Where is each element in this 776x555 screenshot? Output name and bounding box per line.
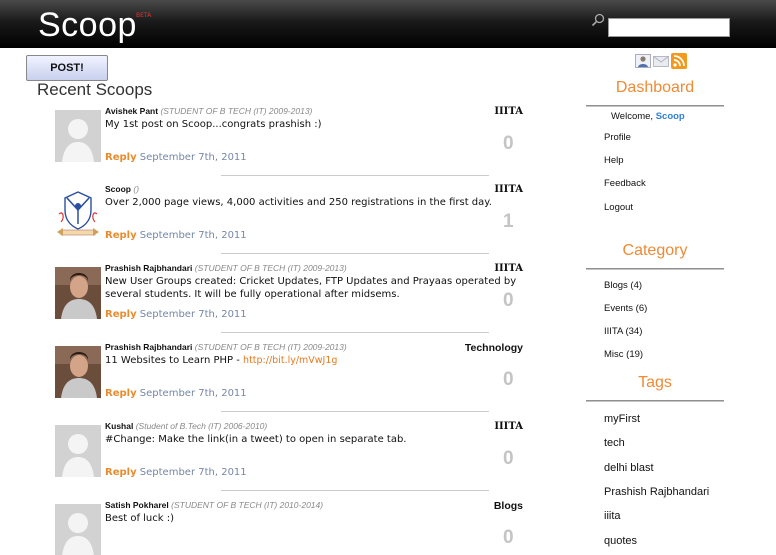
post-date: September 7th, 2011 [139,309,247,320]
user-photo [55,346,101,398]
category-item-misc[interactable]: Misc (19) [604,349,643,360]
post-date: September 7th, 2011 [139,152,247,163]
post-footer: Reply September 7th, 2011 [105,230,247,241]
tag-item[interactable]: myFirst [604,413,640,425]
post-author[interactable]: Prashish Rajbhandari [105,342,192,352]
user-photo [55,267,101,319]
post-divider [221,175,489,176]
default-avatar-icon [55,110,101,162]
post-category[interactable]: IIITA [494,421,523,432]
post-category[interactable]: IIITA [494,263,523,274]
username-link[interactable]: Scoop [656,111,685,122]
search-icon[interactable] [591,13,605,27]
post-footer: Reply September 7th, 2011 [105,152,247,163]
tags-heading: Tags [638,374,672,391]
post-date: September 7th, 2011 [139,388,247,399]
reply-count: 1 [503,211,514,232]
top-bar: Scoop BETA [0,0,776,48]
rss-icon[interactable] [671,53,687,69]
post-category[interactable]: IIITA [494,184,523,195]
post-divider [221,490,489,491]
tag-item[interactable]: quotes [604,535,637,547]
reply-count: 0 [503,290,514,311]
post-body: Over 2,000 page views, 4,000 activities … [105,197,492,208]
user-icon[interactable] [635,54,651,68]
feed-title: Recent Scoops [37,80,153,99]
post-author-meta: (STUDENT OF B TECH (IT) 2009-2013) [194,263,347,273]
reply-link[interactable]: Reply [105,467,137,478]
help-link[interactable]: Help [604,155,624,166]
post-category[interactable]: IIITA [494,106,523,117]
beta-badge: BETA [136,12,152,19]
post-body: 11 Websites to Learn PHP - http://bit.ly… [105,355,338,366]
reply-link[interactable]: Reply [105,152,137,163]
post-author-meta: (Student of B.Tech (IT) 2006-2010) [135,421,268,431]
post-divider [221,253,489,254]
post-author[interactable]: Satish Pokharel [105,500,169,510]
post-divider [221,332,489,333]
reply-link[interactable]: Reply [105,309,137,320]
heading-divider [586,400,724,402]
reply-count: 0 [503,527,514,548]
category-item-events[interactable]: Events (6) [604,303,647,314]
reply-count: 0 [503,369,514,390]
post-author-meta: () [133,184,140,194]
post-author[interactable]: Scoop [105,184,131,194]
reply-count: 0 [503,448,514,469]
default-avatar-icon [55,504,101,555]
post-body: My 1st post on Scoop...congrats prashish… [105,119,322,130]
tag-item[interactable]: iiita [604,510,621,522]
iiita-emblem-icon [55,188,101,240]
post-footer: Reply September 7th, 2011 [105,467,247,478]
post-button[interactable]: POST! [26,55,108,81]
category-item-blogs[interactable]: Blogs (4) [604,280,642,291]
post-footer: Reply September 7th, 2011 [105,388,247,399]
post-author-meta: (STUDENT OF B TECH (IT) 2009-2013) [160,106,313,116]
welcome-text: Welcome, Scoop [611,111,685,122]
post-body: Best of luck :) [105,513,174,524]
post-link[interactable]: http://bit.ly/mVwJ1g [243,355,337,366]
tag-item[interactable]: tech [604,437,625,449]
logo[interactable]: Scoop [38,6,137,44]
logout-link[interactable]: Logout [604,202,633,213]
post-author-meta: (STUDENT OF B TECH (IT) 2009-2013) [194,342,347,352]
reply-count: 0 [503,133,514,154]
post-author-meta: (STUDENT OF B TECH (IT) 2010-2014) [171,500,324,510]
heading-divider [586,268,724,270]
post-body: New User Groups created: Cricket Updates… [105,276,517,300]
post-date: September 7th, 2011 [139,467,247,478]
post-item: Prashish Rajbhandari (STUDENT OF B TECH … [0,260,540,338]
default-avatar-icon [55,425,101,477]
post-body: #Change: Make the link(in a tweet) to op… [105,434,407,445]
post-footer: Reply September 7th, 2011 [105,309,247,320]
feedback-link[interactable]: Feedback [604,178,646,189]
sidebar-icons [635,52,690,70]
reply-link[interactable]: Reply [105,388,137,399]
dashboard-heading: Dashboard [615,79,695,96]
post-date: September 7th, 2011 [139,230,247,241]
post-item: Scoop () IIITA Over 2,000 page views, 4,… [0,181,540,259]
post-author[interactable]: Kushal [105,421,133,431]
post-item: Prashish Rajbhandari (STUDENT OF B TECH … [0,339,540,417]
post-category[interactable]: Technology [465,342,523,354]
tag-item[interactable]: Prashish Rajbhandari [604,486,709,498]
profile-link[interactable]: Profile [604,132,631,143]
tag-item[interactable]: delhi blast [604,462,654,474]
mail-icon[interactable] [653,56,669,67]
post-category[interactable]: Blogs [494,500,523,512]
reply-link[interactable]: Reply [105,230,137,241]
post-item: Kushal (Student of B.Tech (IT) 2006-2010… [0,418,540,496]
category-heading: Category [622,242,688,259]
post-author[interactable]: Prashish Rajbhandari [105,263,192,273]
post-item: Avishek Pant (STUDENT OF B TECH (IT) 200… [0,103,540,181]
post-author[interactable]: Avishek Pant [105,106,158,116]
search-input[interactable] [608,18,730,37]
heading-divider [586,105,724,107]
post-item: Satish Pokharel (STUDENT OF B TECH (IT) … [0,497,540,555]
category-item-iiita[interactable]: IIITA (34) [604,326,642,337]
post-divider [221,411,489,412]
